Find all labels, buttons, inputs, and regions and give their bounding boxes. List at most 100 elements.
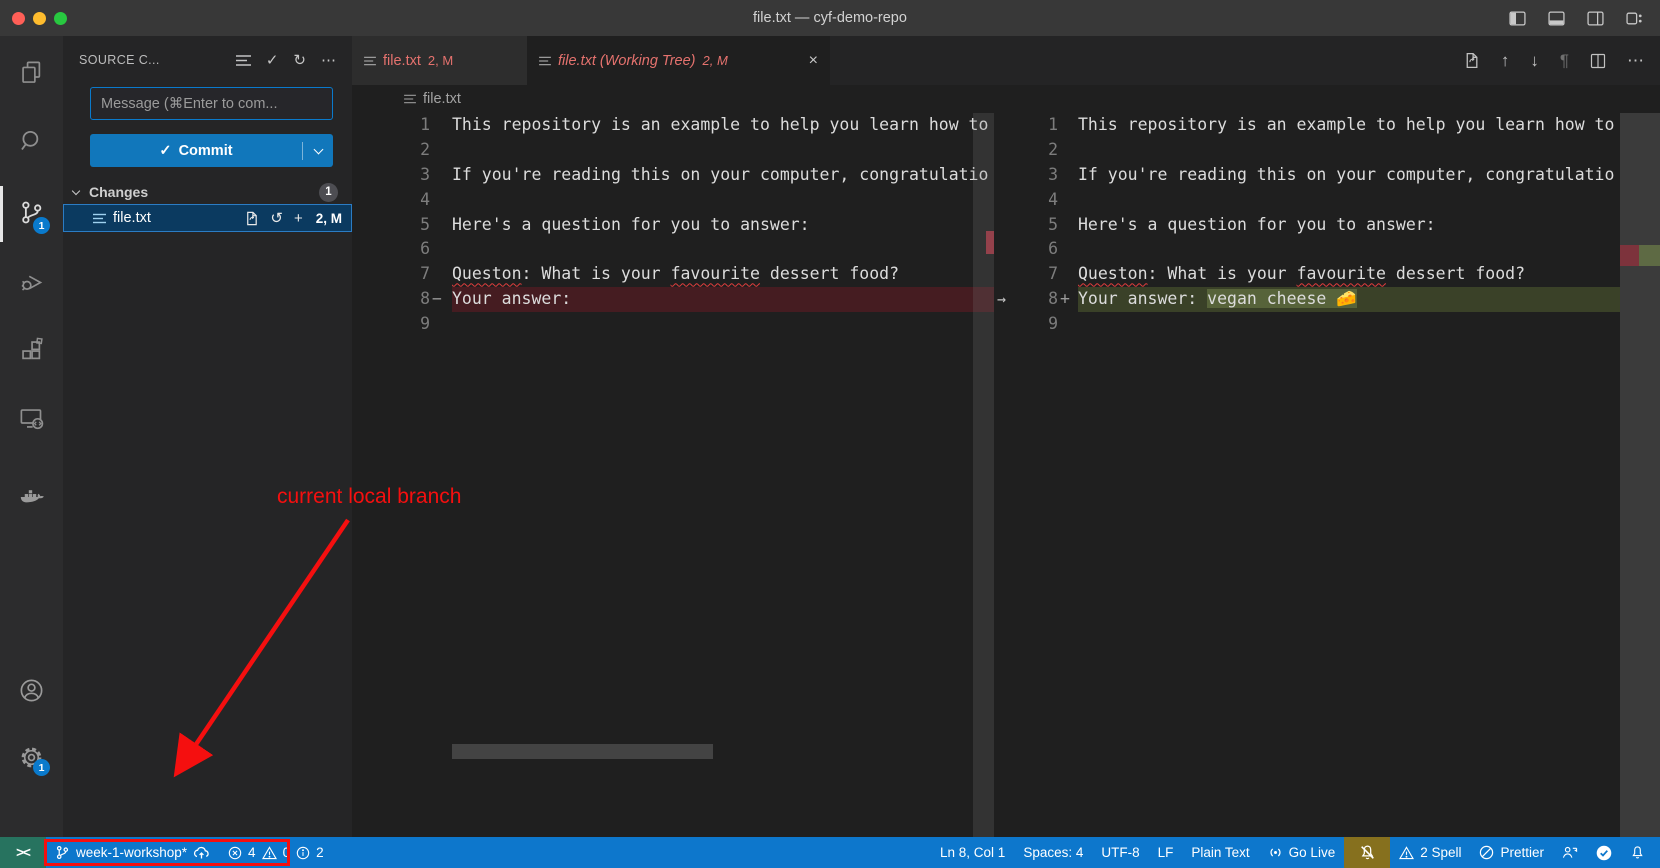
diff-sign [1058, 262, 1078, 287]
tab-badge: 2, M [428, 53, 453, 68]
file-icon [93, 213, 106, 224]
docker-icon[interactable] [0, 472, 63, 520]
deleted-line-marker [986, 231, 994, 254]
diff-modified-pane[interactable]: 1This repository is an example to help y… [994, 113, 1660, 837]
diff-sign [1058, 213, 1078, 238]
toggle-panel-icon[interactable] [1547, 10, 1566, 27]
tab-bar: file.txt 2, M file.txt (Working Tree) 2,… [352, 36, 1660, 85]
render-whitespace-icon[interactable]: ¶ [1560, 51, 1569, 71]
next-change-icon[interactable]: ↓ [1530, 51, 1539, 71]
split-editor-icon[interactable] [1590, 53, 1606, 69]
format-status-button[interactable] [1587, 837, 1621, 868]
close-tab-icon[interactable]: × [809, 52, 818, 70]
line-number: 2 [1016, 138, 1058, 163]
arrow-margin [994, 113, 1016, 138]
diff-sign [430, 138, 452, 163]
line-content: Queston: What is your favourite dessert … [452, 262, 994, 287]
file-icon [539, 56, 551, 66]
open-file-icon[interactable] [1463, 52, 1480, 69]
line-number: 8 [352, 287, 430, 312]
refresh-icon[interactable]: ↻ [293, 51, 306, 69]
zoom-window-button[interactable] [54, 12, 67, 25]
line-content [452, 312, 994, 337]
bell-slash-icon [1359, 844, 1376, 861]
person-feedback-icon [1562, 845, 1578, 860]
prettier-status[interactable]: Prettier [1470, 837, 1553, 868]
notifications-muted-button[interactable] [1344, 837, 1390, 868]
source-control-icon[interactable]: 1 [0, 188, 63, 236]
file-name: file.txt [113, 210, 151, 226]
more-actions-icon[interactable]: ⋯ [1627, 51, 1644, 71]
changes-section-header[interactable]: Changes 1 [63, 180, 352, 204]
commit-check-icon[interactable]: ✓ [266, 51, 279, 69]
arrow-margin [994, 237, 1016, 262]
diff-editor[interactable]: 1This repository is an example to help y… [352, 113, 1660, 837]
minimize-window-button[interactable] [33, 12, 46, 25]
commit-message-input[interactable] [90, 87, 333, 120]
explorer-icon[interactable] [0, 48, 63, 96]
code-line-left-9: 9 [352, 312, 994, 337]
diff-sign [1058, 163, 1078, 188]
remote-indicator[interactable]: >< [0, 837, 46, 868]
line-number: 6 [1016, 237, 1058, 262]
diff-original-pane[interactable]: 1This repository is an example to help y… [352, 113, 994, 837]
info-count: 2 [316, 845, 324, 860]
search-icon[interactable] [0, 116, 63, 164]
settings-gear-icon[interactable]: 1 [0, 733, 63, 781]
left-pane-scrollbar[interactable] [973, 113, 994, 837]
source-control-sidebar: SOURCE C... ✓ ↻ ⋯ ✓ Commit Changes 1 fil… [63, 36, 352, 837]
diff-sign [1058, 113, 1078, 138]
more-actions-icon[interactable]: ⋯ [321, 51, 336, 69]
line-content [1078, 188, 1660, 213]
line-number: 5 [1016, 213, 1058, 238]
breadcrumb-file[interactable]: file.txt [423, 91, 461, 107]
line-number: 4 [1016, 188, 1058, 213]
tab-file-txt-working-tree[interactable]: file.txt (Working Tree) 2, M × [527, 36, 830, 85]
accounts-icon[interactable] [0, 666, 63, 714]
cursor-position[interactable]: Ln 8, Col 1 [931, 837, 1014, 868]
previous-change-icon[interactable]: ↑ [1501, 51, 1510, 71]
close-window-button[interactable] [12, 12, 25, 25]
problems-indicator[interactable]: 4 0 2 [219, 837, 333, 868]
code-line-left-1: 1This repository is an example to help y… [352, 113, 994, 138]
diff-sign [1058, 138, 1078, 163]
right-pane-scrollbar[interactable] [1620, 113, 1660, 837]
stage-changes-icon[interactable]: + [294, 210, 303, 227]
line-content: This repository is an example to help yo… [452, 113, 994, 138]
branch-indicator[interactable]: week-1-workshop* [46, 837, 219, 868]
spell-checker-status[interactable]: 2 Spell [1390, 837, 1470, 868]
bell-icon [1630, 845, 1645, 860]
diff-sign [1058, 312, 1078, 337]
encoding[interactable]: UTF-8 [1092, 837, 1148, 868]
customize-layout-icon[interactable] [1625, 10, 1644, 27]
toggle-primary-sidebar-icon[interactable] [1508, 10, 1527, 27]
indentation[interactable]: Spaces: 4 [1014, 837, 1092, 868]
view-as-tree-icon[interactable] [236, 54, 251, 67]
diff-sign [1058, 188, 1078, 213]
eol-sequence[interactable]: LF [1149, 837, 1183, 868]
discard-changes-icon[interactable]: ↺ [270, 209, 283, 227]
file-icon [404, 94, 416, 104]
commit-dropdown-button[interactable] [303, 149, 333, 153]
remote-explorer-icon[interactable] [0, 394, 63, 442]
revert-change-arrow-icon[interactable]: → [994, 287, 1016, 312]
breadcrumb[interactable]: file.txt [352, 85, 1660, 113]
diff-sign [430, 312, 452, 337]
changed-file-row[interactable]: file.txt ↺ + 2, M [63, 204, 352, 232]
extensions-icon[interactable] [0, 326, 63, 374]
tab-file-txt[interactable]: file.txt 2, M [352, 36, 527, 85]
code-line-left-3: 3If you're reading this on your computer… [352, 163, 994, 188]
editor-area: file.txt 2, M file.txt (Working Tree) 2,… [352, 36, 1660, 837]
commit-button[interactable]: ✓ Commit [90, 134, 333, 167]
notifications-button[interactable] [1621, 837, 1654, 868]
horizontal-scrollbar-thumb[interactable] [452, 744, 713, 759]
toggle-secondary-sidebar-icon[interactable] [1586, 10, 1605, 27]
run-and-debug-icon[interactable] [0, 258, 63, 306]
added-overview-marker [1639, 245, 1660, 266]
language-mode[interactable]: Plain Text [1182, 837, 1258, 868]
feedback-button[interactable] [1553, 837, 1587, 868]
open-file-icon[interactable] [244, 211, 259, 226]
go-live-button[interactable]: Go Live [1259, 837, 1345, 868]
code-line-left-5: 5Here's a question for you to answer: [352, 213, 994, 238]
line-number: 9 [352, 312, 430, 337]
